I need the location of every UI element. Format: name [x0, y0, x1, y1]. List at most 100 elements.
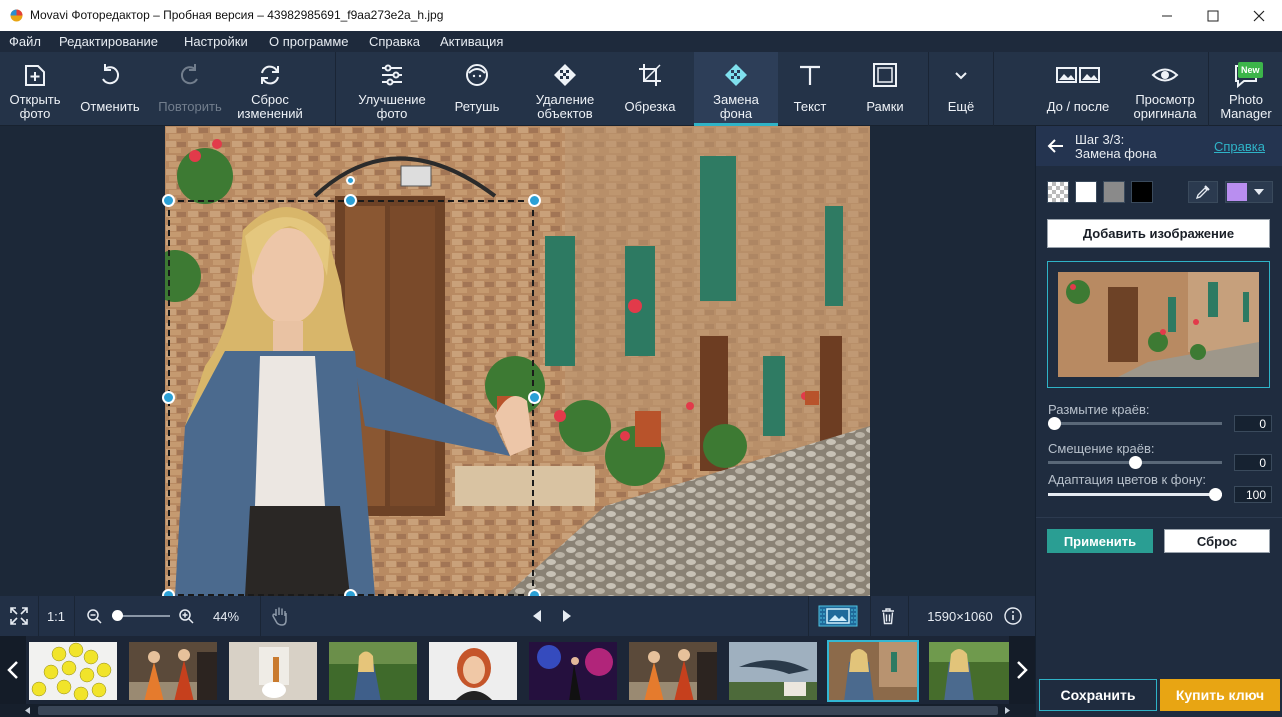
swatch-transparent[interactable]: [1047, 181, 1069, 203]
resize-handle-top-left[interactable]: [162, 194, 175, 207]
swatch-black[interactable]: [1131, 181, 1153, 203]
menu-help[interactable]: Справка: [369, 34, 420, 49]
more-label: Ещё: [947, 99, 975, 114]
canvas-area[interactable]: [0, 126, 1035, 602]
redo-icon: [180, 64, 198, 85]
thumbnail-garden-girl[interactable]: [328, 641, 418, 701]
remove-objects-label: Удаление объектов: [535, 92, 595, 121]
thumbnail-bird[interactable]: [728, 641, 818, 701]
back-arrow-icon[interactable]: [1046, 138, 1064, 154]
chevron-left-icon: [7, 661, 18, 679]
hand-tool-icon[interactable]: [264, 596, 296, 636]
zoom-slider[interactable]: [112, 610, 170, 621]
apply-button[interactable]: Применить: [1047, 529, 1153, 553]
menu-bar: Файл Редактирование Настройки О программ…: [0, 31, 1282, 52]
window-title: Movavi Фоторедактор – Пробная версия – 4…: [30, 8, 444, 22]
edge-blur-knob[interactable]: [1048, 417, 1061, 430]
image-size: 1590×1060: [927, 608, 993, 624]
close-button[interactable]: [1236, 0, 1282, 31]
previous-photo-icon[interactable]: [526, 596, 548, 636]
buy-key-button[interactable]: Купить ключ: [1160, 679, 1280, 711]
delete-icon[interactable]: [876, 596, 900, 636]
fullscreen-icon: [10, 607, 28, 625]
crop-button[interactable]: Обрезка: [612, 52, 688, 126]
selection-box[interactable]: [168, 200, 534, 596]
color-adapt-label: Адаптация цветов к фону:: [1048, 472, 1206, 487]
filmstrip-toggle-icon[interactable]: [814, 596, 862, 636]
resize-handle-left[interactable]: [162, 391, 175, 404]
title-bar: Movavi Фоторедактор – Пробная версия – 4…: [0, 0, 1282, 31]
help-link[interactable]: Справка: [1214, 139, 1265, 154]
edge-shift-value[interactable]: 0: [1234, 454, 1272, 471]
minimize-button[interactable]: [1144, 0, 1190, 31]
menu-about[interactable]: О программе: [269, 34, 349, 49]
enhance-button[interactable]: Улучшение фото: [350, 52, 434, 126]
maximize-button[interactable]: [1190, 0, 1236, 31]
thumbnail-current[interactable]: [827, 640, 919, 702]
thumbnail-bathroom[interactable]: [228, 641, 318, 701]
edge-blur-value[interactable]: 0: [1234, 415, 1272, 432]
bar-divider: [908, 596, 909, 636]
resize-handle-top[interactable]: [344, 194, 357, 207]
color-adapt-knob[interactable]: [1209, 488, 1222, 501]
zoom-1-1-button[interactable]: 1:1: [40, 596, 72, 636]
reset-changes-label: Сброс изменений: [237, 92, 303, 121]
filmstrip-next-button[interactable]: [1009, 636, 1035, 704]
reset-changes-button[interactable]: Сброс изменений: [232, 52, 308, 126]
open-photo-button[interactable]: Открыть фото: [0, 52, 70, 126]
scrollbar-thumb[interactable]: [38, 706, 998, 715]
before-after-label: До / после: [1046, 99, 1110, 114]
filmstrip-scrollbar[interactable]: [0, 704, 1035, 717]
menu-edit[interactable]: Редактирование: [59, 34, 158, 49]
eyedropper-button[interactable]: [1188, 181, 1218, 203]
remove-objects-button[interactable]: Удаление объектов: [522, 52, 608, 126]
menu-activation[interactable]: Активация: [440, 34, 503, 49]
color-adapt-value[interactable]: 100: [1234, 486, 1272, 503]
thumbnail-original[interactable]: [928, 641, 1018, 701]
photo-manager-button[interactable]: New Photo Manager: [1210, 52, 1282, 126]
step-counter: Шаг 3/3:: [1075, 132, 1125, 147]
undo-label: Отменить: [80, 99, 140, 114]
scroll-left-icon[interactable]: [24, 707, 31, 714]
info-icon[interactable]: [1002, 596, 1024, 636]
zoom-out-icon[interactable]: [84, 596, 104, 636]
more-button[interactable]: Ещё: [930, 52, 992, 126]
menu-settings[interactable]: Настройки: [184, 34, 248, 49]
background-preview[interactable]: [1047, 261, 1270, 388]
add-image-button[interactable]: Добавить изображение: [1047, 219, 1270, 248]
scroll-right-icon[interactable]: [1004, 707, 1011, 714]
thumbnail-smileys[interactable]: [28, 641, 118, 701]
redo-button[interactable]: Повторить: [150, 52, 230, 126]
thumbnail-girls-2[interactable]: [628, 641, 718, 701]
step-title: Замена фона: [1075, 146, 1157, 161]
edge-blur-slider[interactable]: [1048, 417, 1222, 430]
thumbnail-girls-1[interactable]: [128, 641, 218, 701]
zoom-slider-knob[interactable]: [112, 610, 123, 621]
zoom-in-icon[interactable]: [176, 596, 196, 636]
reset-button[interactable]: Сброс: [1164, 529, 1270, 553]
view-original-button[interactable]: Просмотр оригинала: [1124, 52, 1206, 126]
edge-shift-slider[interactable]: [1048, 456, 1222, 469]
text-button[interactable]: Текст: [782, 52, 838, 126]
before-after-icon: [1056, 67, 1100, 83]
retouch-button[interactable]: Ретушь: [440, 52, 514, 126]
swatch-white[interactable]: [1075, 181, 1097, 203]
menu-file[interactable]: Файл: [9, 34, 41, 49]
resize-handle-right[interactable]: [528, 391, 541, 404]
resize-handle-top-right[interactable]: [528, 194, 541, 207]
custom-color-picker[interactable]: [1225, 181, 1273, 203]
rotate-handle[interactable]: [346, 176, 355, 185]
fit-screen-button[interactable]: [0, 596, 38, 636]
next-photo-icon[interactable]: [556, 596, 578, 636]
frames-button[interactable]: Рамки: [850, 52, 920, 126]
thumbnail-portrait[interactable]: [428, 641, 518, 701]
swatch-gray[interactable]: [1103, 181, 1125, 203]
thumbnail-concert[interactable]: [528, 641, 618, 701]
undo-button[interactable]: Отменить: [72, 52, 148, 126]
before-after-button[interactable]: До / после: [1036, 52, 1120, 126]
color-adapt-slider[interactable]: [1048, 488, 1222, 501]
save-button[interactable]: Сохранить: [1039, 679, 1157, 711]
edge-shift-knob[interactable]: [1128, 456, 1142, 469]
replace-background-button[interactable]: Замена фона: [694, 52, 778, 126]
filmstrip-prev-button[interactable]: [0, 636, 26, 704]
